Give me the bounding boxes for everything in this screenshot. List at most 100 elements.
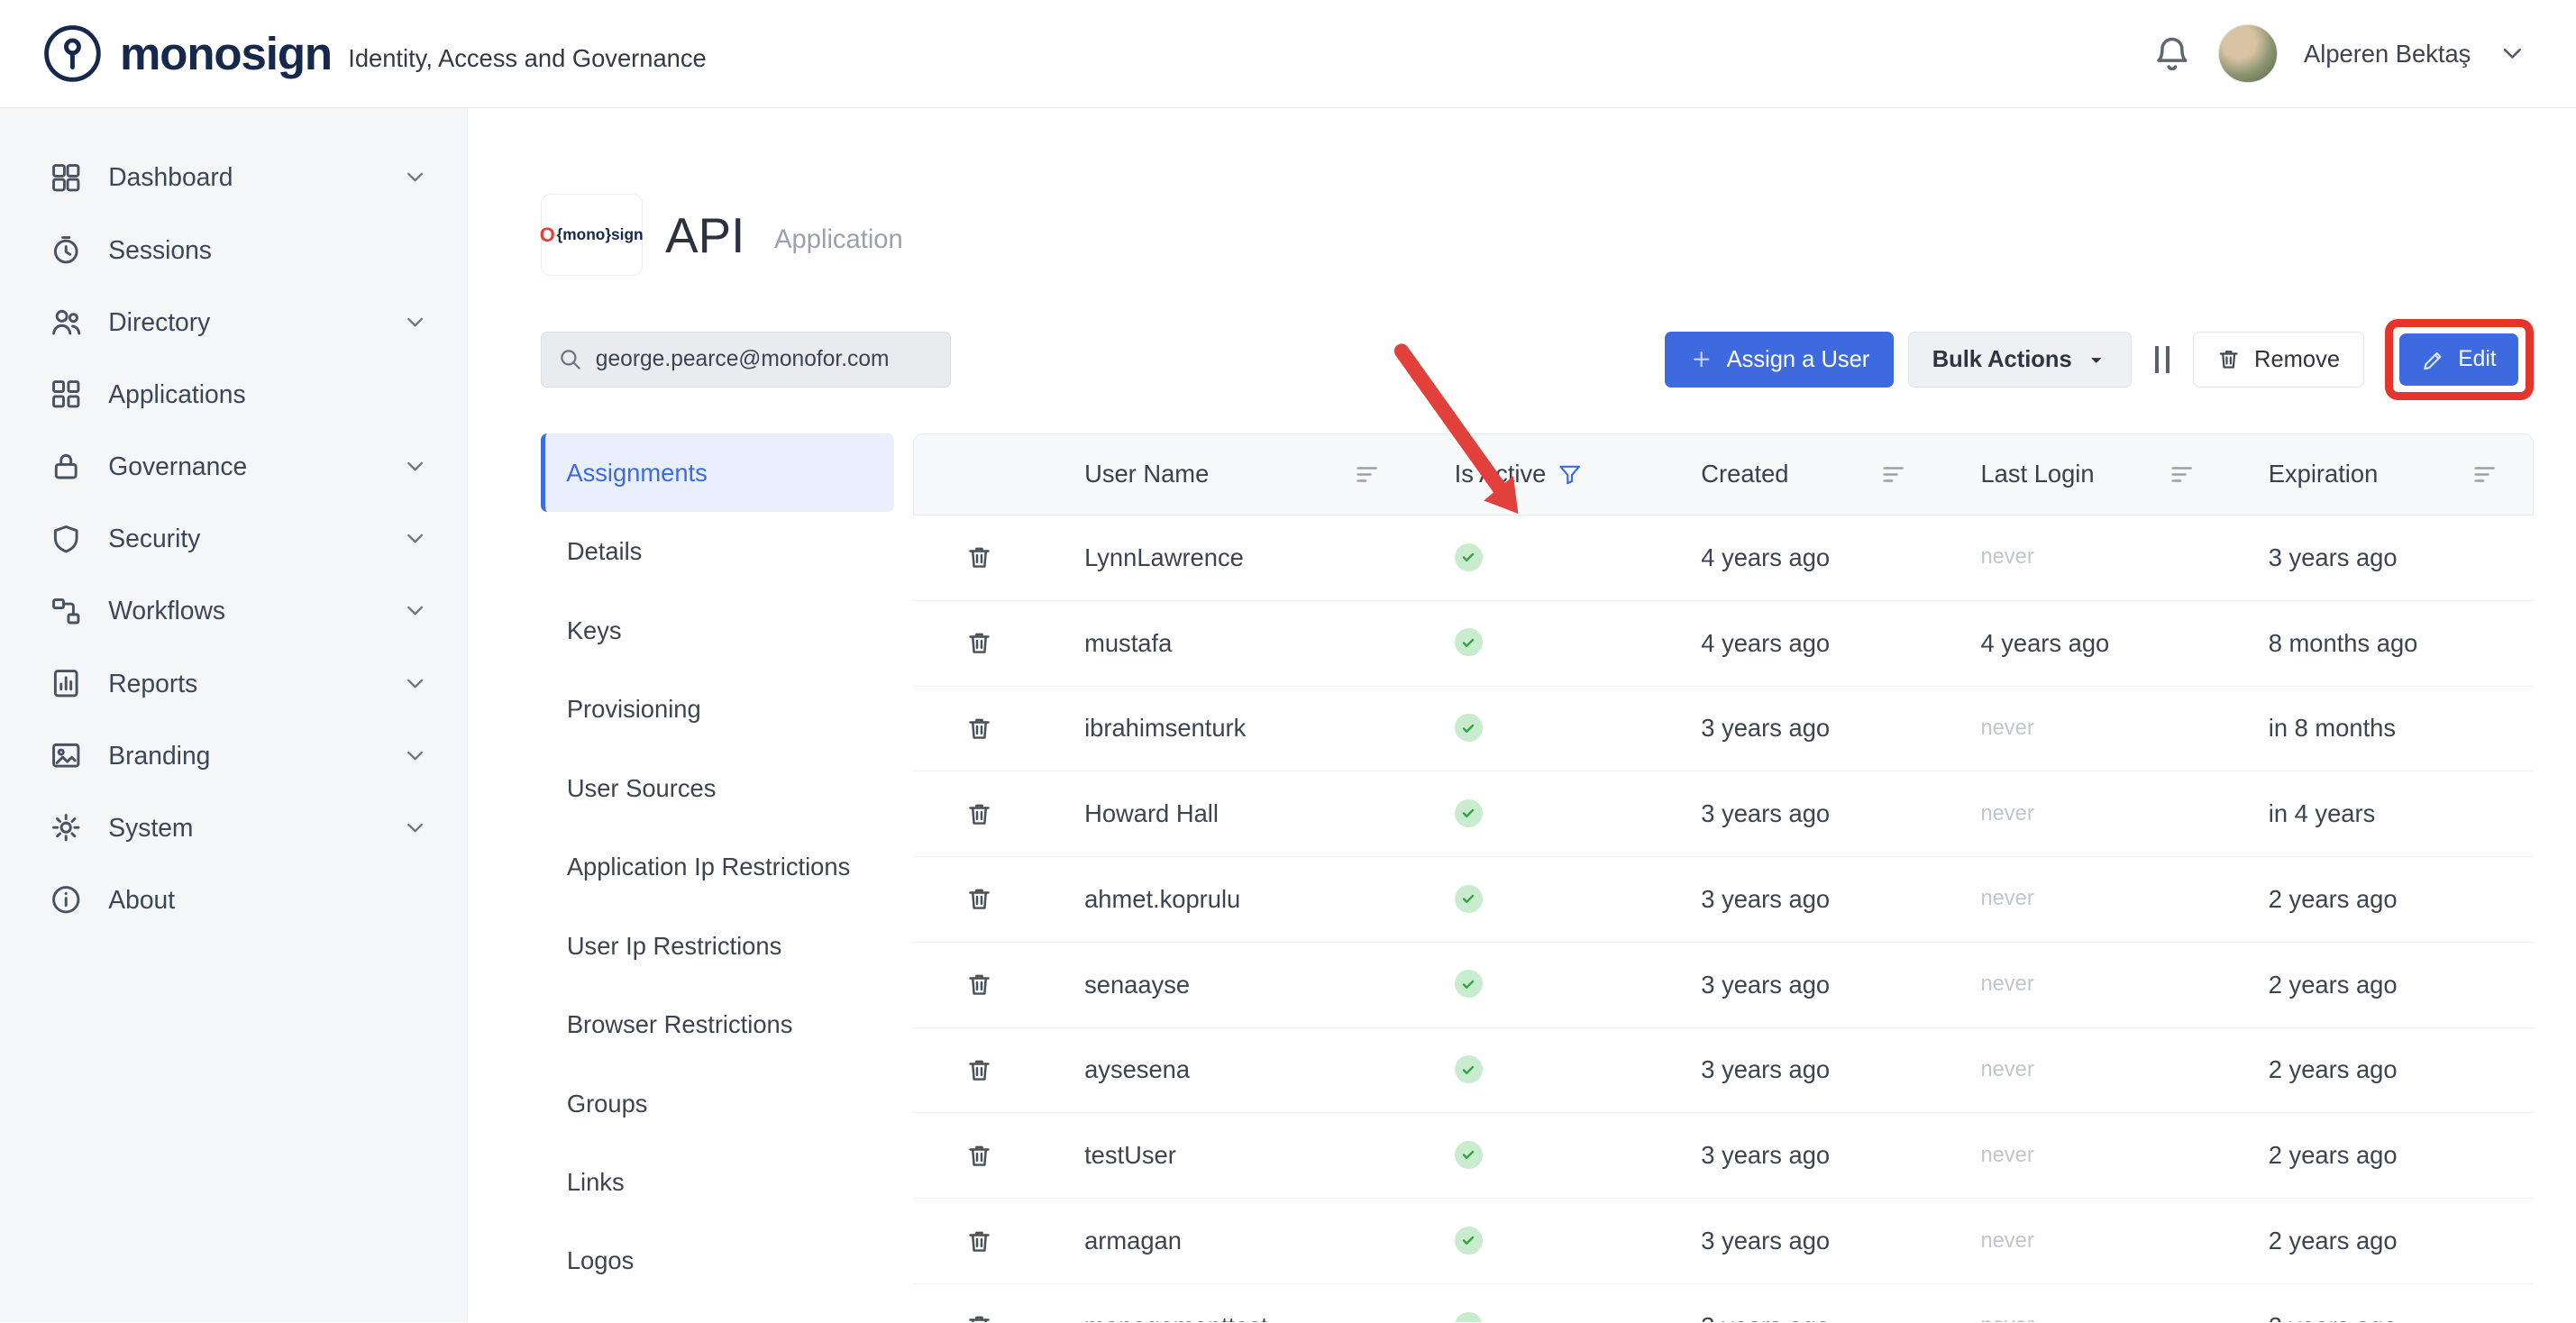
user-search-box — [541, 332, 952, 388]
cell-last-login: never — [1941, 687, 2229, 772]
delete-assignment-button[interactable] — [951, 957, 1007, 1013]
main-content: O {mono}sign API Application Assign a Us… — [468, 108, 2576, 1322]
cell-is-active — [1415, 1284, 1662, 1322]
trash-icon — [965, 715, 993, 743]
assignments-table: User Name Is Active — [913, 433, 2533, 1322]
column-user-name[interactable]: User Name — [1045, 433, 1415, 516]
sidebar-item-label: Workflows — [108, 596, 225, 625]
sidebar-item-reports[interactable]: Reports — [0, 647, 467, 719]
page-title: API — [665, 206, 744, 264]
assign-a-user-label: Assign a User — [1727, 347, 1870, 373]
delete-assignment-button[interactable] — [951, 616, 1007, 671]
cell-created: 3 years ago — [1662, 1199, 1941, 1284]
column-last-login[interactable]: Last Login — [1941, 433, 2229, 516]
active-check-icon — [1455, 799, 1483, 827]
user-menu-name[interactable]: Alperen Bektaş — [2304, 40, 2471, 68]
sidebar-item-system[interactable]: System — [0, 791, 467, 863]
trash-icon — [965, 1142, 993, 1170]
cell-is-active — [1415, 1199, 1662, 1284]
tab-keys[interactable]: Keys — [541, 591, 894, 670]
tab-label: Browser Restrictions — [567, 1010, 793, 1039]
trash-icon — [965, 885, 993, 913]
sidebar-item-about[interactable]: About — [0, 864, 467, 936]
delete-assignment-button[interactable] — [951, 1127, 1007, 1183]
search-icon — [558, 347, 582, 371]
reports-icon — [50, 667, 82, 699]
delete-assignment-button[interactable] — [951, 700, 1007, 756]
cell-is-active — [1415, 1028, 1662, 1114]
monosign-logo-icon — [40, 21, 105, 87]
cell-is-active — [1415, 857, 1662, 943]
trash-icon — [965, 800, 993, 828]
tab-groups[interactable]: Groups — [541, 1064, 894, 1143]
workflows-icon — [50, 595, 82, 627]
tab-application-ip-restrictions[interactable]: Application Ip Restrictions — [541, 827, 894, 906]
delete-assignment-button[interactable] — [951, 1043, 1007, 1099]
cell-last-login: never — [1941, 1199, 2229, 1284]
tab-details[interactable]: Details — [541, 512, 894, 590]
sidebar-item-security[interactable]: Security — [0, 503, 467, 575]
edit-pencil-icon — [2422, 348, 2445, 371]
tab-agreements[interactable]: Agreements — [541, 1300, 894, 1322]
cell-user-name: testUser — [1045, 1113, 1415, 1199]
brand-logo[interactable]: monosign — [40, 21, 332, 87]
active-check-icon — [1455, 970, 1483, 998]
active-check-icon — [1455, 1312, 1483, 1323]
cell-expiration: 8 months ago — [2229, 601, 2534, 687]
sidebar-item-dashboard[interactable]: Dashboard — [0, 141, 467, 214]
cell-expiration: 2 years ago — [2229, 1028, 2534, 1114]
table-row: senaayse 3 years ago never 2 years ago — [913, 943, 2533, 1028]
tab-logos[interactable]: Logos — [541, 1222, 894, 1300]
system-icon — [50, 811, 82, 844]
delete-assignment-button[interactable] — [951, 871, 1007, 927]
column-is-active[interactable]: Is Active — [1415, 433, 1662, 516]
sidebar-item-label: Dashboard — [108, 162, 233, 192]
cell-user-name: senaayse — [1045, 943, 1415, 1028]
dashboard-icon — [50, 161, 82, 194]
annotation-highlight-box: Edit — [2385, 319, 2533, 401]
divider-icon — [2155, 346, 2170, 372]
notifications-bell-icon[interactable] — [2152, 34, 2192, 74]
delete-assignment-button[interactable] — [951, 1213, 1007, 1269]
tab-user-sources[interactable]: User Sources — [541, 749, 894, 827]
column-label: Is Active — [1455, 460, 1547, 488]
sidebar-item-branding[interactable]: Branding — [0, 719, 467, 791]
search-input[interactable] — [596, 347, 934, 372]
trash-icon — [965, 1227, 993, 1255]
delete-assignment-button[interactable] — [951, 530, 1007, 586]
tab-assignments[interactable]: Assignments — [541, 433, 894, 512]
sidebar-item-governance[interactable]: Governance — [0, 431, 467, 503]
sidebar-item-workflows[interactable]: Workflows — [0, 575, 467, 647]
tab-provisioning[interactable]: Provisioning — [541, 670, 894, 748]
user-menu-chevron-icon[interactable] — [2498, 39, 2527, 68]
column-created[interactable]: Created — [1662, 433, 1941, 516]
tab-links[interactable]: Links — [541, 1143, 894, 1221]
trash-icon — [965, 971, 993, 999]
active-check-icon — [1455, 885, 1483, 913]
delete-assignment-button[interactable] — [951, 1299, 1007, 1322]
governance-icon — [50, 450, 82, 482]
delete-assignment-button[interactable] — [951, 786, 1007, 842]
active-check-icon — [1455, 543, 1483, 571]
user-avatar[interactable] — [2218, 24, 2278, 84]
sidebar-item-directory[interactable]: Directory — [0, 286, 467, 358]
active-check-icon — [1455, 1141, 1483, 1169]
tab-user-ip-restrictions[interactable]: User Ip Restrictions — [541, 907, 894, 985]
cell-last-login: 4 years ago — [1941, 601, 2229, 687]
application-logo-text: {mono}sign — [557, 225, 644, 244]
sidebar-item-applications[interactable]: Applications — [0, 358, 467, 430]
bulk-actions-button[interactable]: Bulk Actions — [1908, 332, 2132, 388]
cell-expiration: in 4 years — [2229, 771, 2534, 857]
sidebar-item-sessions[interactable]: Sessions — [0, 214, 467, 286]
cell-user-name: managementtest — [1045, 1284, 1415, 1322]
column-expiration[interactable]: Expiration — [2229, 433, 2534, 516]
edit-button[interactable]: Edit — [2399, 333, 2518, 386]
cell-expiration: 2 years ago — [2229, 1199, 2534, 1284]
chevron-down-icon — [402, 598, 428, 624]
tab-browser-restrictions[interactable]: Browser Restrictions — [541, 985, 894, 1063]
column-label: User Name — [1084, 460, 1209, 488]
remove-button[interactable]: Remove — [2193, 332, 2364, 388]
assign-a-user-button[interactable]: Assign a User — [1665, 332, 1894, 388]
chevron-down-icon — [402, 453, 428, 479]
cell-last-login: never — [1941, 1113, 2229, 1199]
